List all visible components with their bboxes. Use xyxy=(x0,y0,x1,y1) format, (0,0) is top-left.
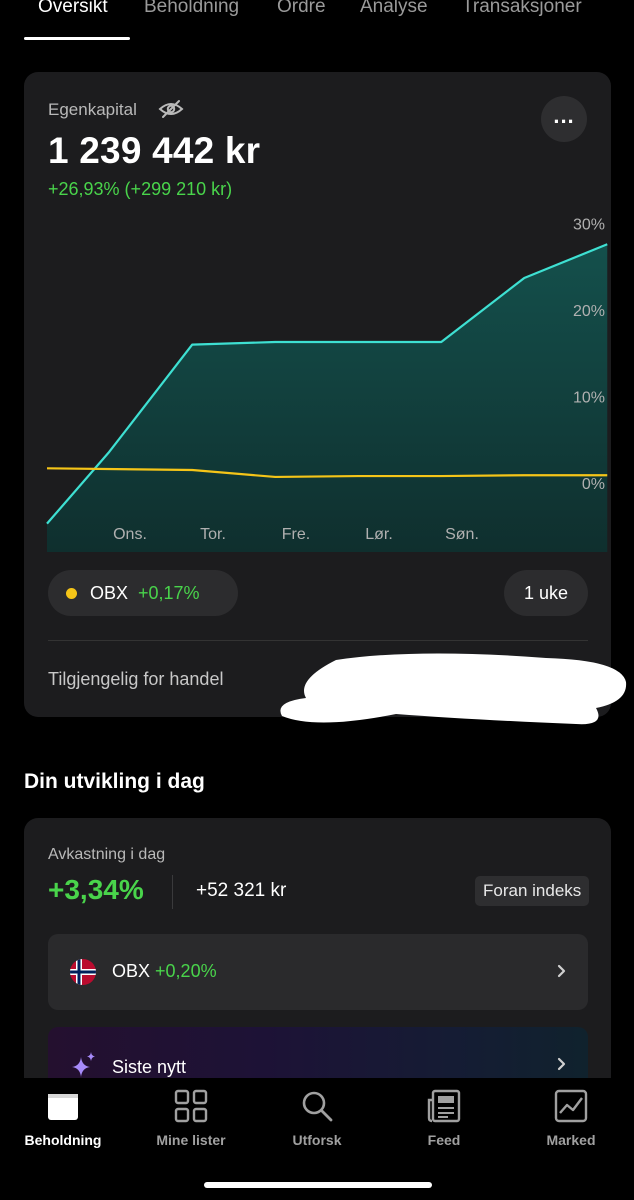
y-tick-label: 10% xyxy=(573,390,605,407)
tab-oversikt[interactable]: Oversikt xyxy=(38,0,108,18)
y-tick-label: 0% xyxy=(582,476,605,493)
nav-item-utforsk[interactable]: Utforsk xyxy=(262,1088,372,1148)
ellipsis-icon: ... xyxy=(553,103,575,128)
redaction-scribble xyxy=(280,653,627,725)
equity-change: +26,93% (+299 210 kr) xyxy=(48,179,233,199)
y-tick-label: 20% xyxy=(573,303,605,320)
index-legend-pill[interactable]: OBX +0,17% xyxy=(48,570,238,616)
nav-label: Marked xyxy=(546,1132,596,1148)
equity-area-fill xyxy=(47,244,608,552)
nav-item-mine-lister[interactable]: Mine lister xyxy=(136,1088,246,1148)
tab-ordre[interactable]: Ordre xyxy=(277,0,326,18)
active-tab-indicator xyxy=(24,37,130,40)
chevron-right-icon xyxy=(557,964,566,978)
x-tick-label: Lør. xyxy=(365,526,393,543)
vertical-divider xyxy=(172,875,173,909)
card-divider xyxy=(48,640,588,641)
grid-icon xyxy=(174,1089,208,1123)
period-selector-button[interactable]: 1 uke xyxy=(504,570,588,616)
eye-slash-icon[interactable] xyxy=(158,99,184,119)
today-return-amount: +52 321 kr xyxy=(196,880,287,901)
index-row-name: OBX xyxy=(112,961,151,981)
wallet-icon xyxy=(48,1094,78,1120)
today-return-label: Avkastning i dag xyxy=(48,846,166,863)
legend-index-name: OBX xyxy=(90,582,129,603)
index-row-obx[interactable]: OBX +0,20% xyxy=(48,934,588,1010)
nav-item-feed[interactable]: Feed xyxy=(389,1088,499,1148)
x-tick-label: Søn. xyxy=(445,526,479,543)
nav-label: Utforsk xyxy=(292,1132,342,1148)
tab-analyse[interactable]: Analyse xyxy=(360,0,428,18)
latest-news-label: Siste nytt xyxy=(112,1057,187,1077)
tab-transaksjoner[interactable]: Transaksjoner xyxy=(462,0,582,18)
bottom-navigation-bar: Beholdning Mine lister Utforsk Feed Mark… xyxy=(0,1078,634,1200)
legend-index-change: +0,17% xyxy=(138,582,200,603)
nav-item-beholdning[interactable]: Beholdning xyxy=(8,1088,118,1148)
index-row-label: OBX +0,20% xyxy=(112,961,217,982)
nav-label: Beholdning xyxy=(24,1132,102,1148)
x-tick-label: Tor. xyxy=(200,526,226,543)
y-tick-label: 30% xyxy=(573,217,605,234)
equity-card: Egenkapital ... 1 239 442 kr +26,93% (+2… xyxy=(24,72,611,717)
x-tick-label: Ons. xyxy=(113,526,147,543)
newspaper-icon xyxy=(427,1089,461,1123)
norway-flag-icon xyxy=(70,959,96,985)
equity-value: 1 239 442 kr xyxy=(48,130,261,171)
available-for-trading-label: Tilgjengelig for handel xyxy=(48,669,224,689)
today-return-percent: +3,34% xyxy=(48,874,144,905)
equity-label: Egenkapital xyxy=(48,100,137,119)
index-row-change: +0,20% xyxy=(155,961,217,981)
tab-beholdning[interactable]: Beholdning xyxy=(144,0,239,18)
x-tick-label: Fre. xyxy=(282,526,310,543)
nav-label: Feed xyxy=(427,1132,461,1148)
home-indicator xyxy=(204,1182,432,1188)
chevron-right-icon xyxy=(557,1057,566,1071)
search-icon xyxy=(302,1091,333,1122)
nav-item-marked[interactable]: Marked xyxy=(516,1088,626,1148)
legend-dot xyxy=(66,587,77,599)
more-options-button[interactable]: ... xyxy=(541,96,587,142)
section-title-today: Din utvikling i dag xyxy=(24,770,205,793)
nav-label: Mine lister xyxy=(156,1132,226,1148)
today-performance-card: Avkastning i dag +3,34% +52 321 kr Foran… xyxy=(24,818,611,1118)
top-tab-bar: Oversikt Beholdning Ordre Analyse Transa… xyxy=(0,0,634,44)
sparkle-icon xyxy=(72,1052,95,1077)
equity-chart[interactable]: 30% 20% 10% 0% Ons. Tor. Fre. Lør. Søn. xyxy=(24,202,611,552)
ahead-of-index-badge: Foran indeks xyxy=(475,876,590,906)
market-chart-icon xyxy=(554,1089,588,1123)
